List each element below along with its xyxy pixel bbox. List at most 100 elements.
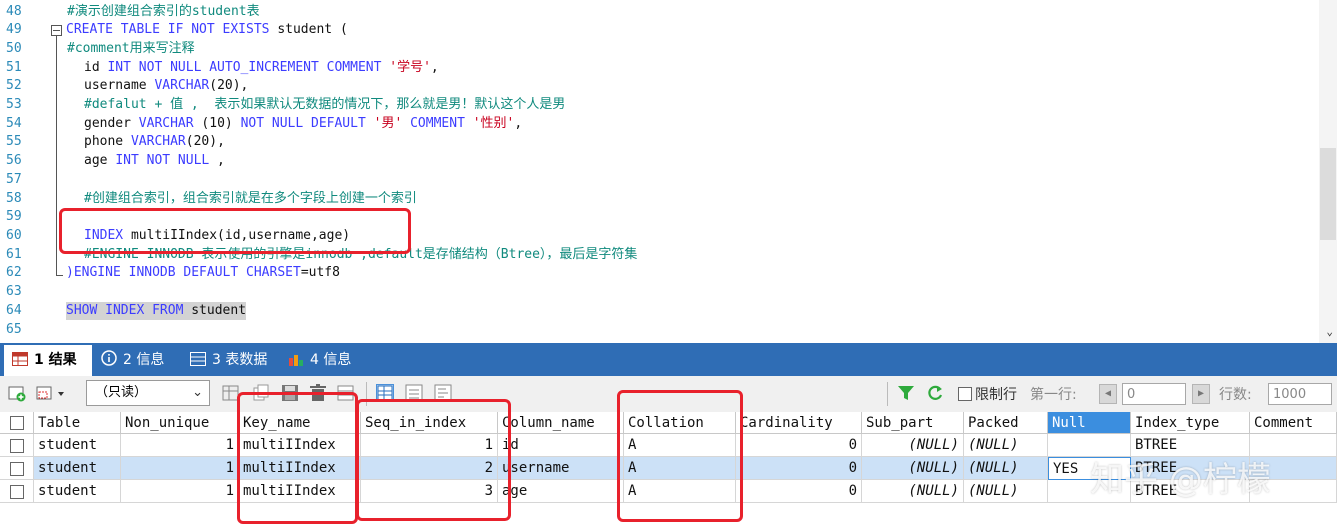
tab-label: 4 信息 bbox=[310, 352, 352, 368]
tab-info[interactable]: 2 信息 bbox=[97, 345, 164, 376]
tab-label: 3 表数据 bbox=[212, 352, 268, 368]
table-cell[interactable]: student bbox=[34, 480, 121, 503]
sql-keyword: VARCHAR bbox=[154, 78, 210, 93]
fold-guide-end bbox=[56, 275, 63, 276]
table-cell[interactable]: (NULL) bbox=[862, 434, 964, 457]
table-cell[interactable]: age bbox=[498, 480, 624, 503]
editor-vertical-scrollbar[interactable]: ⌄ bbox=[1319, 0, 1337, 343]
tab-label: 1 结果 bbox=[34, 352, 77, 368]
line-number: 54 bbox=[6, 116, 22, 131]
row-checkbox[interactable] bbox=[10, 439, 24, 453]
tab-info-2[interactable]: 4 信息 bbox=[284, 345, 351, 376]
scrollbar-thumb[interactable] bbox=[1320, 148, 1336, 240]
table-cell[interactable]: (NULL) bbox=[964, 457, 1048, 480]
table-icon bbox=[12, 347, 28, 366]
tab-table-data[interactable]: 3 表数据 bbox=[188, 345, 267, 376]
scroll-down-icon[interactable]: ⌄ bbox=[1326, 325, 1333, 338]
code-text: id bbox=[84, 60, 108, 75]
column-header[interactable]: Comment bbox=[1250, 412, 1337, 434]
row-checkbox[interactable] bbox=[10, 462, 24, 476]
line-number: 53 bbox=[6, 97, 22, 112]
column-header[interactable]: Non_unique bbox=[121, 412, 239, 434]
code-text: phone bbox=[84, 134, 131, 149]
fold-toggle-icon[interactable] bbox=[51, 25, 62, 36]
sql-keyword: ) bbox=[66, 265, 74, 280]
highlight-box-seq-in-index bbox=[356, 399, 511, 521]
code-text: username bbox=[84, 78, 155, 93]
line-number: 59 bbox=[6, 209, 22, 224]
table-data-icon bbox=[190, 347, 206, 366]
readonly-select[interactable]: （只读） ⌄ bbox=[86, 380, 210, 406]
code-line-49: CREATE TABLE IF NOT EXISTS student ( bbox=[66, 21, 348, 39]
row-select-cell[interactable] bbox=[0, 480, 34, 503]
sql-keyword: COMMENT bbox=[410, 116, 465, 131]
table-cell[interactable]: id bbox=[498, 434, 624, 457]
table-cell[interactable]: 0 bbox=[736, 434, 862, 457]
code-text: =utf8 bbox=[300, 265, 340, 280]
code-text: age bbox=[84, 153, 116, 168]
line-number: 51 bbox=[6, 60, 22, 75]
table-cell[interactable]: 1 bbox=[121, 480, 239, 503]
filter-icon[interactable] bbox=[897, 384, 915, 402]
column-header[interactable]: Index_type bbox=[1131, 412, 1250, 434]
sql-string: '性别' bbox=[472, 116, 515, 131]
readonly-value: （只读） bbox=[95, 385, 148, 400]
rows-count-input[interactable]: 1000 bbox=[1268, 383, 1332, 405]
line-number: 64 bbox=[6, 303, 22, 318]
sql-keyword: VARCHAR bbox=[138, 116, 194, 131]
line-number-gutter: 48 49 50 51 52 53 54 55 56 57 58 59 60 6… bbox=[0, 0, 46, 343]
limit-rows-checkbox[interactable] bbox=[958, 387, 972, 401]
code-line-54: gender VARCHAR (10) NOT NULL DEFAULT '男'… bbox=[84, 115, 522, 133]
table-cell[interactable]: 0 bbox=[736, 457, 862, 480]
code-line-55: phone VARCHAR(20), bbox=[84, 133, 225, 151]
sql-editor[interactable]: 48 49 50 51 52 53 54 55 56 57 58 59 60 6… bbox=[0, 0, 1337, 343]
column-header[interactable]: Cardinality bbox=[736, 412, 862, 434]
table-cell[interactable]: (NULL) bbox=[964, 434, 1048, 457]
column-header[interactable]: Table bbox=[34, 412, 121, 434]
code-line-52: username VARCHAR(20), bbox=[84, 77, 248, 95]
code-line-48: #演示创建组合索引的student表 bbox=[67, 4, 260, 19]
row-select-cell[interactable] bbox=[0, 457, 34, 480]
line-number: 58 bbox=[6, 191, 22, 206]
table-cell[interactable]: student bbox=[34, 434, 121, 457]
table-cell[interactable]: 0 bbox=[736, 480, 862, 503]
add-row-icon[interactable] bbox=[8, 384, 26, 402]
limit-rows-label: 限制行 bbox=[975, 387, 1017, 403]
code-line-62: )ENGINE INNODB DEFAULT CHARSET=utf8 bbox=[66, 264, 340, 282]
line-number: 57 bbox=[6, 172, 22, 187]
line-number: 52 bbox=[6, 78, 22, 93]
sql-string: '男' bbox=[373, 116, 403, 131]
column-header[interactable]: Null bbox=[1048, 412, 1131, 434]
table-cell[interactable]: username bbox=[498, 457, 624, 480]
select-all-checkbox[interactable] bbox=[10, 416, 24, 430]
line-number: 55 bbox=[6, 134, 22, 149]
line-number: 62 bbox=[6, 265, 22, 280]
table-cell[interactable]: (NULL) bbox=[862, 457, 964, 480]
code-text: gender bbox=[84, 116, 139, 131]
watermark: 知乎 @柠檬 bbox=[1090, 460, 1271, 500]
prev-page-icon[interactable]: ◀ bbox=[1099, 384, 1117, 404]
next-page-icon[interactable]: ▶ bbox=[1192, 384, 1210, 404]
column-header[interactable]: Sub_part bbox=[862, 412, 964, 434]
code-line-53: #defalut + 值 , 表示如果默认无数据的情况下，那么就是男！默认这个人… bbox=[84, 97, 566, 112]
row-checkbox[interactable] bbox=[10, 485, 24, 499]
column-header[interactable]: Column_name bbox=[498, 412, 624, 434]
select-all-header[interactable] bbox=[0, 412, 34, 434]
code-line-50: #comment用来写注释 bbox=[67, 41, 195, 56]
first-row-input[interactable]: 0 bbox=[1122, 383, 1186, 405]
table-cell[interactable]: 1 bbox=[121, 434, 239, 457]
table-cell[interactable]: (NULL) bbox=[964, 480, 1048, 503]
table-cell[interactable]: (NULL) bbox=[862, 480, 964, 503]
row-select-cell[interactable] bbox=[0, 434, 34, 457]
tab-label: 2 信息 bbox=[123, 352, 165, 368]
code-text: , bbox=[430, 60, 439, 75]
highlight-box-index bbox=[59, 208, 411, 254]
code-line-56: age INT NOT NULL , bbox=[84, 152, 225, 170]
table-cell[interactable]: 1 bbox=[121, 457, 239, 480]
tab-result[interactable]: 1 结果 bbox=[4, 345, 92, 376]
refresh-icon[interactable] bbox=[926, 384, 944, 402]
delete-row-dropdown-icon[interactable] bbox=[36, 384, 68, 402]
column-header[interactable]: Packed bbox=[964, 412, 1048, 434]
sql-keyword: VARCHAR bbox=[130, 134, 186, 149]
table-cell[interactable]: student bbox=[34, 457, 121, 480]
